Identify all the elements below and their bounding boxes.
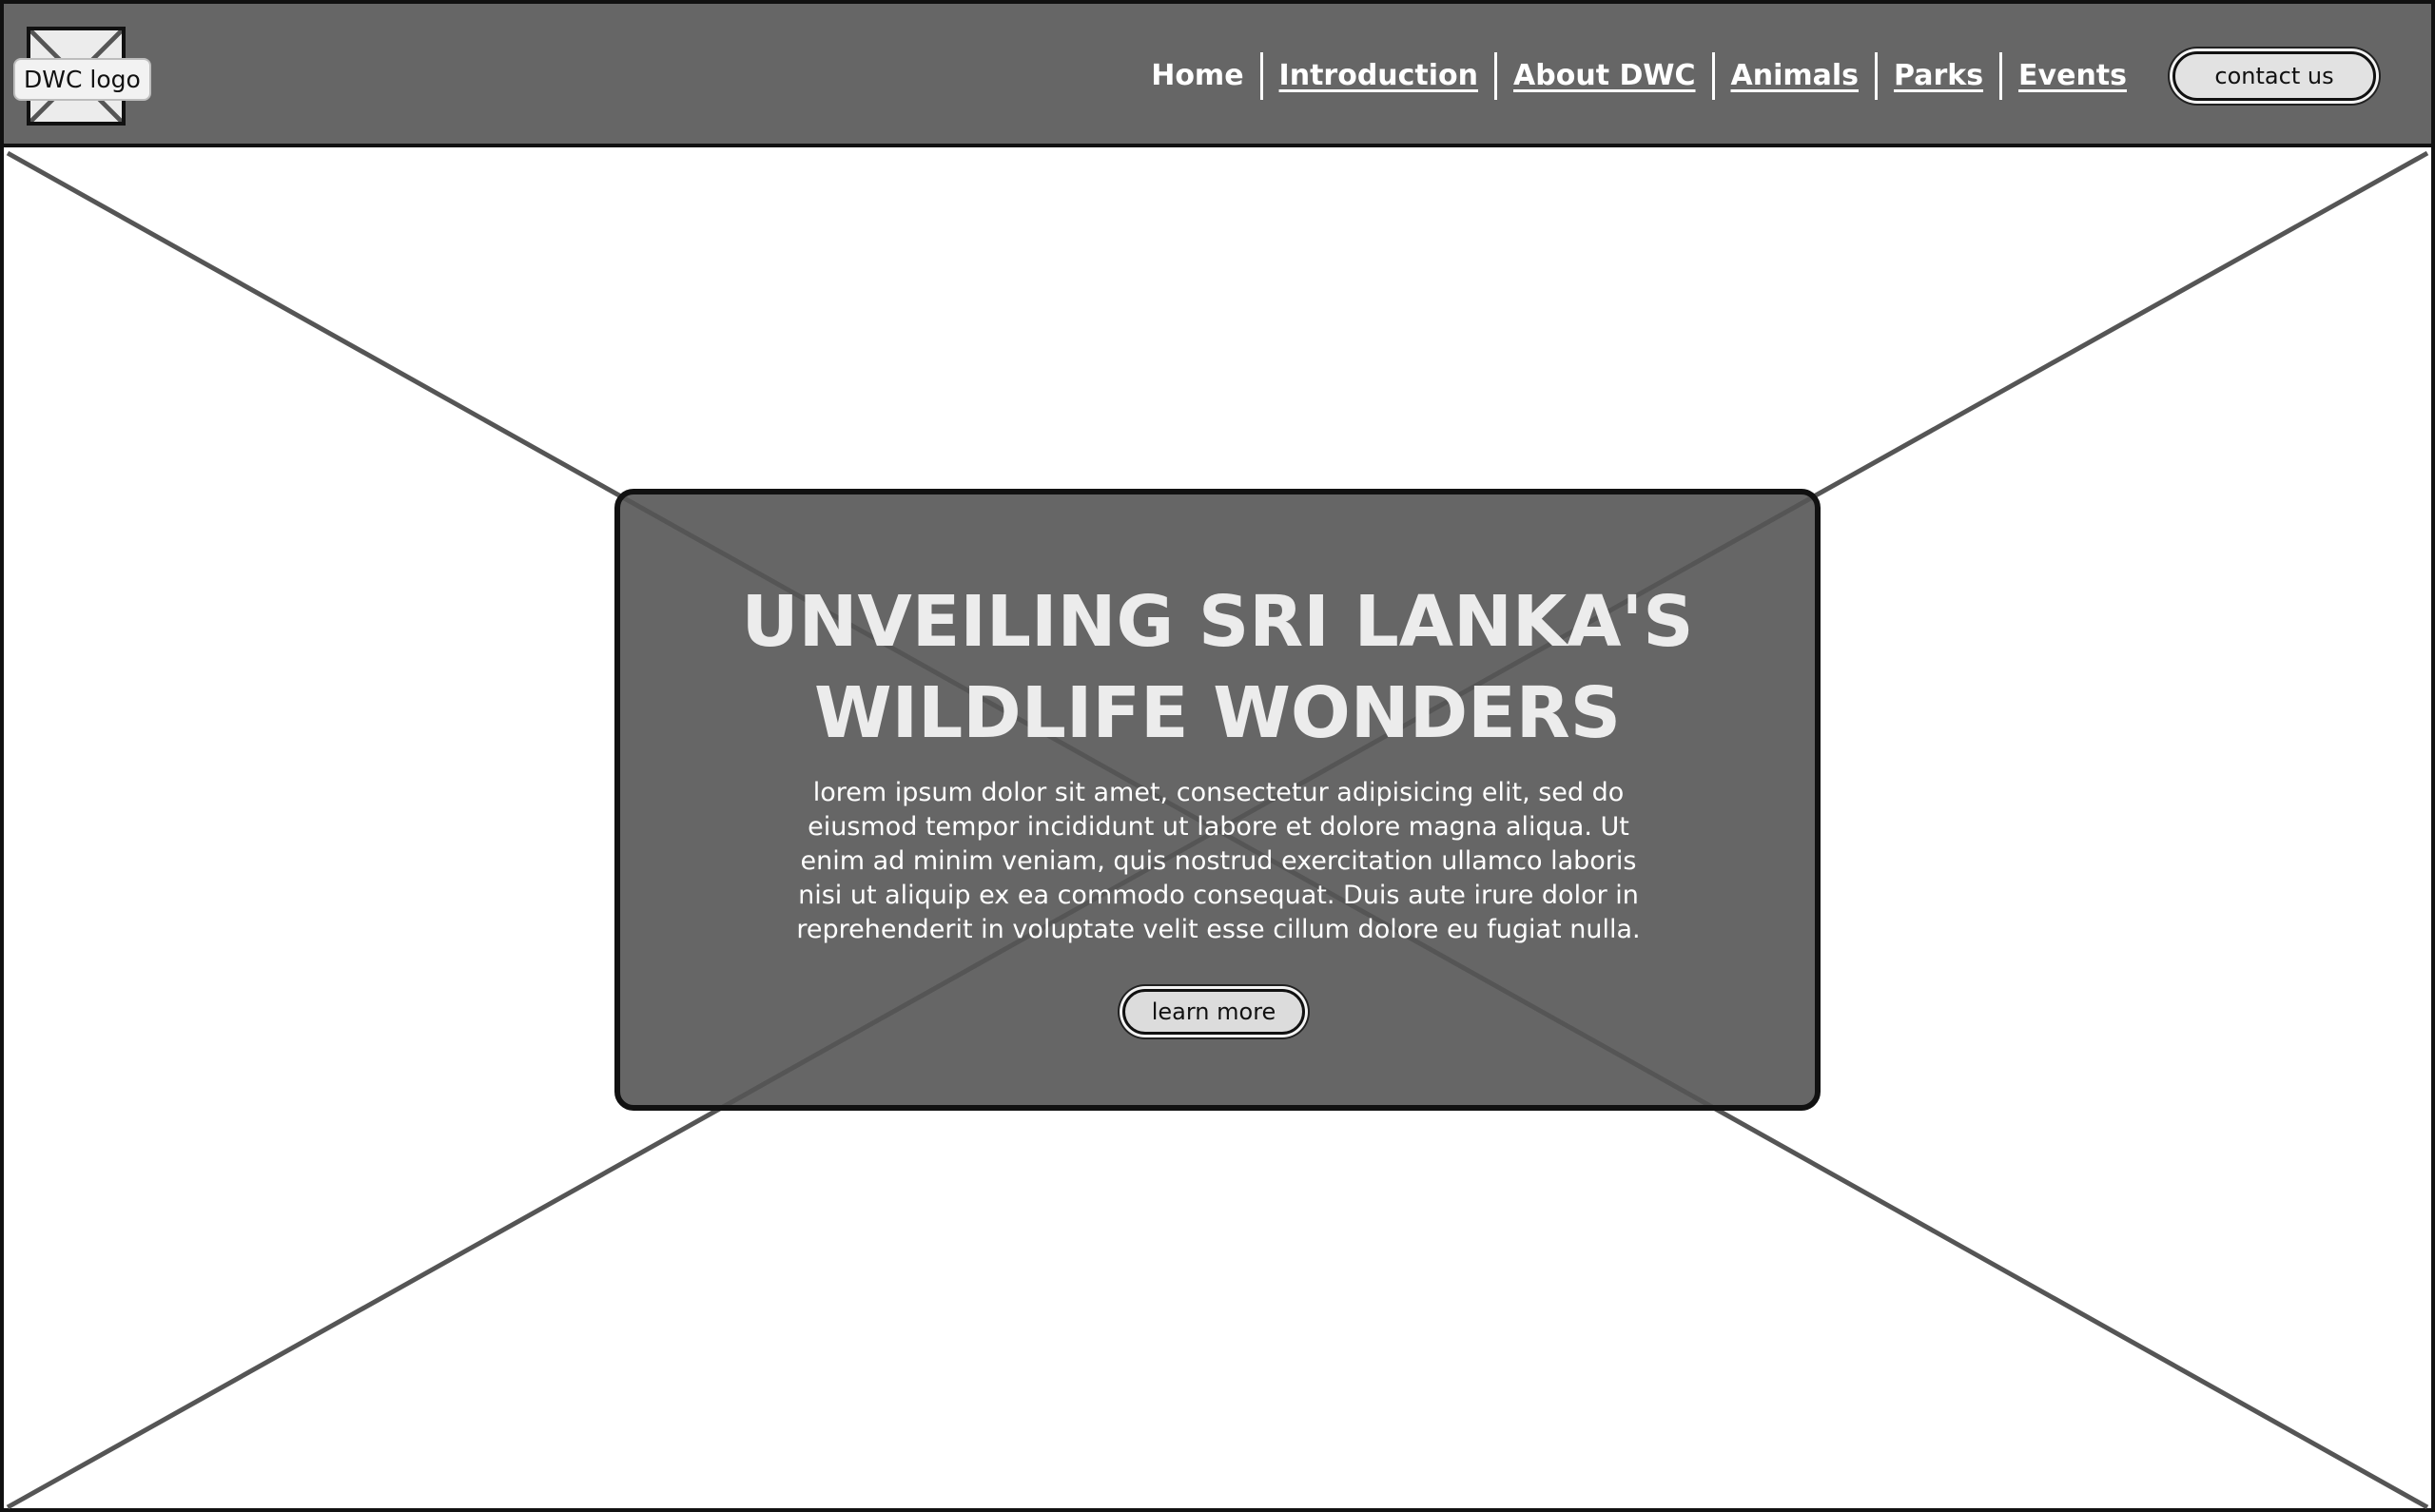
nav-animals[interactable]: Animals [1715, 51, 1876, 101]
main-nav: Home Introduction About DWC Animals Park… [1135, 51, 2143, 101]
nav-about-dwc[interactable]: About DWC [1497, 51, 1711, 101]
nav-home[interactable]: Home [1135, 51, 1259, 101]
logo-label: DWC logo [13, 58, 151, 101]
nav-parks[interactable]: Parks [1878, 51, 1999, 101]
hero-card: UNVEILING SRI LANKA'S WILDLIFE WONDERS l… [614, 489, 1821, 1111]
header-bar: DWC logo Home Introduction About DWC Ani… [0, 0, 2435, 147]
nav-events[interactable]: Events [2002, 51, 2143, 101]
contact-us-button[interactable]: contact us [2172, 51, 2376, 101]
hero-title: UNVEILING SRI LANKA'S WILDLIFE WONDERS [741, 581, 1694, 754]
learn-more-button[interactable]: learn more [1122, 989, 1305, 1035]
hero-description: lorem ipsum dolor sit amet, consectetur … [796, 778, 1641, 944]
nav-introduction[interactable]: Introduction [1263, 51, 1494, 101]
